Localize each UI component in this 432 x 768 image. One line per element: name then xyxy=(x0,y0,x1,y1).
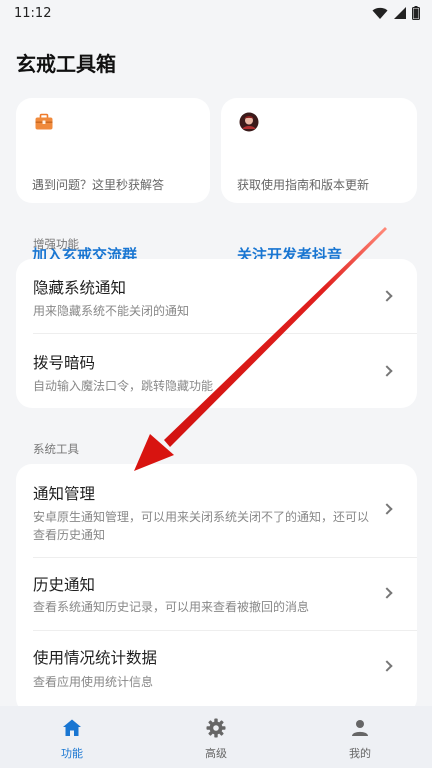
chevron-right-icon xyxy=(381,365,393,377)
chevron-right-icon xyxy=(381,290,393,302)
person-icon xyxy=(352,720,368,736)
avatar-icon xyxy=(239,112,259,132)
chevron-right-icon xyxy=(381,587,393,599)
list-item-desc: 查看系统通知历史记录，可以用来查看被撤回的消息 xyxy=(33,600,310,614)
list-item-desc: 查看应用使用统计信息 xyxy=(33,675,154,689)
nav-item-mine[interactable]: 我的 xyxy=(305,706,415,768)
list-item-title: 隐藏系统通知 xyxy=(33,279,127,297)
section-label-enhance: 增强功能 xyxy=(33,237,79,251)
section-label-system: 系统工具 xyxy=(33,442,79,456)
join-group-card[interactable]: 加入玄戒交流群 遇到问题？这里秒获解答 xyxy=(16,98,210,264)
signal-icon xyxy=(394,7,406,19)
status-icons xyxy=(372,6,420,20)
list-item-desc: 安卓原生通知管理，可以用来关闭系统关闭不了的通知，还可以查看历史通知 xyxy=(33,510,370,542)
list-item-desc: 自动输入魔法口令，跳转隐藏功能 xyxy=(33,379,214,393)
bottom-nav: 功能 高级 我的 xyxy=(0,706,432,768)
list-item-usage-stats[interactable]: 使用情况统计数据 查看应用使用统计信息 xyxy=(16,631,417,705)
list-item-title: 使用情况统计数据 xyxy=(33,649,158,667)
status-bar: 11:12 xyxy=(0,0,432,26)
list-item-desc: 用来隐藏系统不能关闭的通知 xyxy=(33,304,190,318)
list-item-dial-code[interactable]: 拨号暗码 自动输入魔法口令，跳转隐藏功能 xyxy=(16,334,417,408)
list-item-title: 通知管理 xyxy=(33,485,96,503)
chevron-right-icon xyxy=(381,503,393,515)
nav-label: 高级 xyxy=(205,747,227,760)
status-time: 11:12 xyxy=(14,5,52,21)
follow-douyin-desc: 获取使用指南和版本更新 xyxy=(237,178,370,192)
list-item-history-notification[interactable]: 历史通知 查看系统通知历史记录，可以用来查看被撤回的消息 xyxy=(16,558,417,630)
system-list: 通知管理 安卓原生通知管理，可以用来关闭系统关闭不了的通知，还可以查看历史通知 … xyxy=(16,464,417,714)
nav-label: 功能 xyxy=(61,747,83,760)
nav-item-features[interactable]: 功能 xyxy=(17,706,127,768)
home-icon xyxy=(63,719,81,736)
list-item-title: 历史通知 xyxy=(33,576,96,594)
chevron-right-icon xyxy=(381,660,393,672)
list-item-hide-notification[interactable]: 隐藏系统通知 用来隐藏系统不能关闭的通知 xyxy=(16,259,417,333)
page-title: 玄戒工具箱 xyxy=(16,52,116,76)
follow-douyin-card[interactable]: 关注开发者抖音 获取使用指南和版本更新 xyxy=(221,98,417,264)
nav-item-advanced[interactable]: 高级 xyxy=(161,706,271,768)
nav-label: 我的 xyxy=(349,747,371,760)
briefcase-icon xyxy=(35,113,53,130)
gear-icon xyxy=(206,718,226,738)
enhance-list: 隐藏系统通知 用来隐藏系统不能关闭的通知 拨号暗码 自动输入魔法口令，跳转隐藏功… xyxy=(16,259,417,408)
battery-icon xyxy=(412,6,420,20)
list-item-notification-manage[interactable]: 通知管理 安卓原生通知管理，可以用来关闭系统关闭不了的通知，还可以查看历史通知 xyxy=(16,464,417,557)
join-group-desc: 遇到问题？这里秒获解答 xyxy=(32,178,165,192)
list-item-title: 拨号暗码 xyxy=(33,354,96,372)
wifi-icon xyxy=(372,7,388,19)
